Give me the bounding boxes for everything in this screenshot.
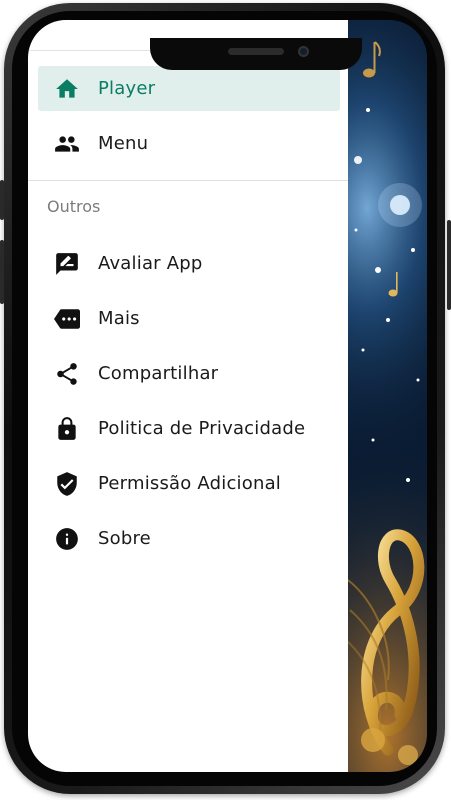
drawer-item-politica-de-privacidade[interactable]: Politica de Privacidade xyxy=(38,406,340,451)
phone-notch xyxy=(150,38,362,70)
drawer-item-permissao-adicional[interactable]: Permissão Adicional xyxy=(38,461,340,506)
front-camera xyxy=(298,46,309,57)
drawer-item-label: Avaliar App xyxy=(98,253,203,274)
info-icon xyxy=(54,526,80,552)
phone-screen: Player Menu Outros Avaliar App Mais Comp… xyxy=(28,20,427,772)
drawer-divider xyxy=(28,180,348,181)
drawer-item-label: Compartilhar xyxy=(98,363,219,384)
drawer-item-label: Permissão Adicional xyxy=(98,473,282,494)
drawer-item-menu[interactable]: Menu xyxy=(38,121,340,166)
verified-shield-icon xyxy=(54,471,80,497)
drawer-item-label: Player xyxy=(98,78,156,99)
section-title-outros: Outros xyxy=(47,197,101,216)
side-button xyxy=(447,220,451,310)
lock-icon xyxy=(54,416,80,442)
drawer-item-label: Mais xyxy=(98,308,140,329)
more-label-icon xyxy=(54,306,80,332)
side-button xyxy=(0,180,4,220)
side-button xyxy=(0,240,4,304)
drawer-item-mais[interactable]: Mais xyxy=(38,296,340,341)
navigation-drawer: Player Menu Outros Avaliar App Mais Comp… xyxy=(28,20,348,772)
share-icon xyxy=(54,361,80,387)
drawer-item-label: Sobre xyxy=(98,528,151,549)
drawer-item-player[interactable]: Player xyxy=(38,66,340,111)
drawer-item-compartilhar[interactable]: Compartilhar xyxy=(38,351,340,396)
drawer-item-label: Menu xyxy=(98,133,149,154)
rate-review-icon xyxy=(54,251,80,277)
speaker-grill xyxy=(228,48,284,55)
drawer-item-label: Politica de Privacidade xyxy=(98,418,306,439)
people-icon xyxy=(54,131,80,157)
drawer-item-avaliar-app[interactable]: Avaliar App xyxy=(38,241,340,286)
drawer-item-sobre[interactable]: Sobre xyxy=(38,516,340,561)
home-icon xyxy=(54,76,80,102)
